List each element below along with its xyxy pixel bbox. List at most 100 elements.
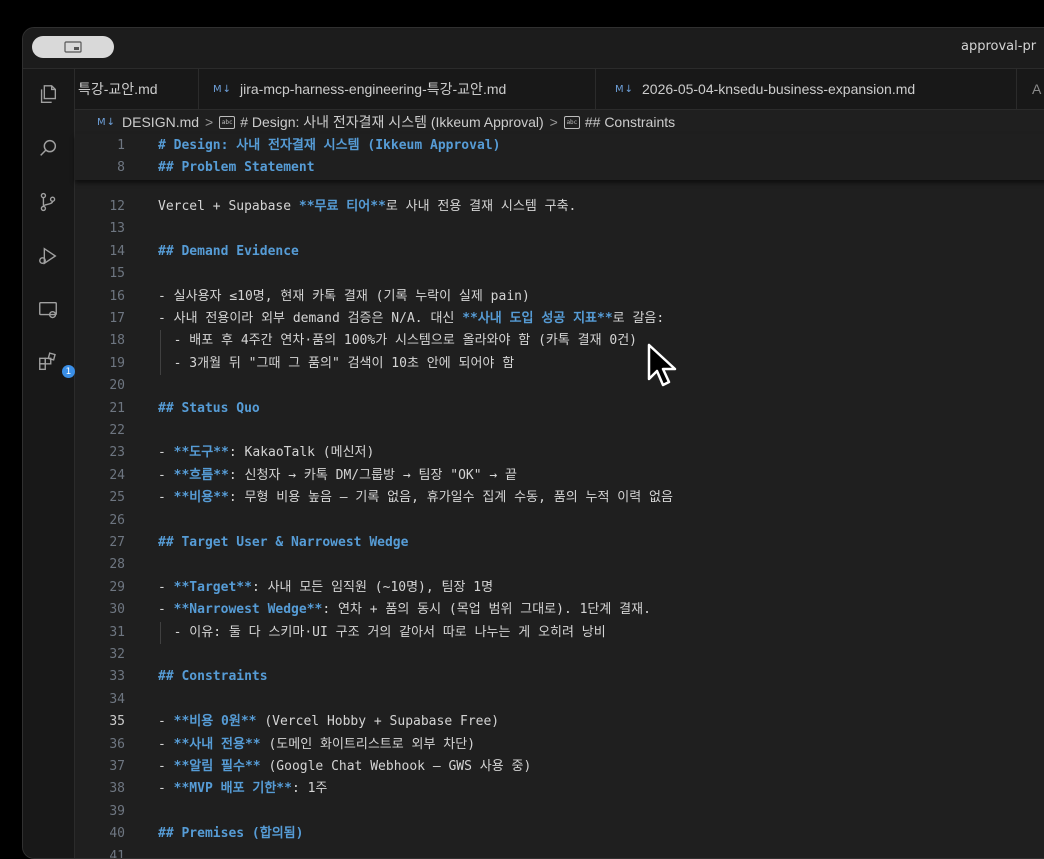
breadcrumb-section-design[interactable]: # Design: 사내 전자결재 시스템 (Ikkeum Approval) bbox=[240, 112, 543, 132]
code-line[interactable]: 26 bbox=[75, 510, 1044, 532]
line-number: 21 bbox=[109, 400, 125, 416]
line-number: 12 bbox=[109, 199, 125, 214]
bold-markdown: **비용** bbox=[173, 490, 229, 506]
plain-text: - bbox=[158, 467, 174, 483]
code-line[interactable]: 36 - **사내 전용** (도메인 화이트리스트로 외부 차단) bbox=[75, 734, 1044, 756]
code-text: - **MVP 배포 기한**: 1주 bbox=[158, 778, 327, 800]
code-line[interactable]: 25 - **비용**: 무형 비용 높음 — 기록 없음, 휴가일수 집계 수동… bbox=[75, 487, 1044, 509]
code-line[interactable]: 32 bbox=[75, 644, 1044, 666]
code-line[interactable]: 28 bbox=[75, 554, 1044, 576]
code-line[interactable]: 19 - 3개월 뒤 "그때 그 품의" 검색이 10초 안에 되어야 함 bbox=[75, 353, 1044, 375]
code-line[interactable]: 20 bbox=[75, 375, 1044, 397]
code-line[interactable]: 40 ## Premises (합의됨) bbox=[75, 823, 1044, 845]
code-line[interactable]: 29 - **Target**: 사내 모든 임직원 (~10명), 팀장 1명 bbox=[75, 577, 1044, 599]
breadcrumb-separator: > bbox=[549, 114, 558, 130]
line-number: 17 bbox=[109, 311, 125, 326]
plain-text: - bbox=[158, 445, 174, 461]
code-line[interactable]: 38 - **MVP 배포 기한**: 1주 bbox=[75, 778, 1044, 800]
code-line[interactable]: 23 - **도구**: KakaoTalk (메신저) bbox=[75, 442, 1044, 464]
extensions-icon[interactable]: 1 bbox=[35, 349, 75, 378]
line-number: 8 bbox=[117, 160, 125, 175]
breadcrumb-section-constraints[interactable]: ## Constraints bbox=[585, 114, 675, 130]
sticky-line[interactable]: 1 # Design: 사내 전자결재 시스템 (Ikkeum Approval) bbox=[75, 135, 1044, 157]
plain-text: : 1주 bbox=[291, 781, 328, 797]
code-line[interactable]: 17 - 사내 전용이라 외부 demand 검증은 N/A. 대신 **사내 도… bbox=[75, 308, 1044, 330]
code-line[interactable]: 35 - **비용 0원** (Vercel Hobby + Supabase F… bbox=[75, 711, 1044, 733]
bold-markdown: **흐름** bbox=[173, 467, 229, 483]
plain-text: Vercel + Supabase bbox=[158, 199, 299, 214]
plain-text: (도메인 화이트리스트로 외부 차단) bbox=[260, 736, 476, 752]
explorer-icon[interactable] bbox=[35, 81, 61, 107]
plain-text: - bbox=[158, 714, 174, 730]
source-control-icon[interactable] bbox=[35, 189, 61, 215]
code-text: - **알림 필수** (Google Chat Webhook — GWS 사… bbox=[158, 756, 531, 778]
tab-2[interactable]: M↓ 2026-05-04-knsedu-business-expansion.… bbox=[597, 69, 1017, 109]
indent-guide bbox=[160, 330, 161, 376]
line-number: 24 bbox=[109, 467, 125, 483]
line-number: 36 bbox=[109, 736, 125, 752]
code-text: ## Status Quo bbox=[158, 400, 260, 416]
plain-text: : 무형 비용 높음 — 기록 없음, 휴가일수 집계 수동, 품의 누적 이력… bbox=[228, 490, 673, 506]
plain-text: 로 사내 전용 결재 시스템 구축. bbox=[385, 199, 577, 214]
code-line[interactable]: 21 ## Status Quo bbox=[75, 398, 1044, 420]
line-number: 30 bbox=[109, 602, 125, 618]
remote-explorer-icon[interactable] bbox=[35, 297, 61, 323]
breadcrumb: M↓ DESIGN.md > abc # Design: 사내 전자결재 시스템… bbox=[75, 110, 1044, 134]
code-line[interactable]: 12 Vercel + Supabase **무료 티어**로 사내 전용 결재 … bbox=[75, 196, 1044, 218]
line-number: 40 bbox=[109, 826, 125, 842]
code-text: - **사내 전용** (도메인 화이트리스트로 외부 차단) bbox=[158, 734, 475, 756]
bold-markdown: **Narrowest Wedge** bbox=[173, 602, 323, 618]
code-line[interactable]: 16 - 실사용자 ≤10명, 현재 카톡 결재 (기록 누락이 실제 pain) bbox=[75, 286, 1044, 308]
tab-1[interactable]: M↓ jira-mcp-harness-engineering-특강-교안.md bbox=[199, 69, 596, 109]
code-text: - 3개월 뒤 "그때 그 품의" 검색이 10초 안에 되어야 함 bbox=[158, 355, 515, 371]
mouse-pointer-icon bbox=[647, 343, 677, 387]
plain-text: - bbox=[158, 781, 174, 797]
layout-icon bbox=[64, 41, 82, 53]
code-line[interactable]: 24 - **흐름**: 신청자 → 카톡 DM/그룹방 → 팀장 "OK" → … bbox=[75, 465, 1044, 487]
code-text: ## Constraints bbox=[158, 669, 268, 685]
code-text: - **비용 0원** (Vercel Hobby + Supabase Fre… bbox=[158, 711, 499, 733]
sticky-line[interactable]: 8 ## Problem Statement bbox=[75, 157, 1044, 179]
code-text: - 배포 후 4주간 연차·품의 100%가 시스템으로 올라와야 함 (카톡 … bbox=[158, 333, 638, 349]
code-line[interactable]: 33 ## Constraints bbox=[75, 666, 1044, 688]
code-line[interactable]: 31 - 이유: 둘 다 스키마·UI 구조 거의 같아서 따로 나누는 게 오… bbox=[75, 622, 1044, 644]
code-line[interactable]: 27 ## Target User & Narrowest Wedge bbox=[75, 532, 1044, 554]
code-line[interactable]: 34 bbox=[75, 689, 1044, 711]
line-number: 27 bbox=[109, 535, 125, 550]
code-line[interactable]: 41 bbox=[75, 846, 1044, 858]
code-editor[interactable]: 1 # Design: 사내 전자결재 시스템 (Ikkeum Approval)… bbox=[75, 134, 1044, 858]
code-line[interactable]: 14 ## Demand Evidence bbox=[75, 241, 1044, 263]
line-number: 38 bbox=[109, 781, 125, 797]
code-text: - **비용**: 무형 비용 높음 — 기록 없음, 휴가일수 집계 수동, … bbox=[158, 487, 673, 509]
plain-text: : 사내 모든 임직원 (~10명), 팀장 1명 bbox=[251, 579, 494, 595]
search-icon[interactable] bbox=[35, 135, 61, 161]
symbol-string-icon: abc bbox=[219, 115, 236, 129]
layout-toggle-button[interactable] bbox=[32, 36, 114, 58]
editor-window: approval-pr 1 특강-교안.md M↓ jira-mcp-harne… bbox=[22, 27, 1044, 859]
run-debug-icon[interactable] bbox=[35, 243, 61, 269]
code-text: - **도구**: KakaoTalk (메신저) bbox=[158, 442, 374, 464]
plain-text: - 사내 전용이라 외부 demand 검증은 N/A. 대신 bbox=[158, 311, 463, 326]
sticky-scroll-header[interactable]: 1 # Design: 사내 전자결재 시스템 (Ikkeum Approval)… bbox=[75, 134, 1044, 180]
line-number: 20 bbox=[109, 378, 125, 394]
tab-0[interactable]: 특강-교안.md bbox=[75, 69, 199, 109]
activity-bar: 1 bbox=[23, 69, 75, 858]
breadcrumb-file[interactable]: DESIGN.md bbox=[122, 114, 199, 130]
breadcrumb-separator: > bbox=[205, 114, 214, 130]
code-line[interactable]: 30 - **Narrowest Wedge**: 연차 + 품의 동시 (목업 … bbox=[75, 599, 1044, 621]
line-number: 19 bbox=[109, 355, 125, 371]
code-line[interactable]: 13 bbox=[75, 218, 1044, 240]
bold-markdown: **비용 0원** bbox=[173, 714, 257, 730]
code-line[interactable]: 18 - 배포 후 4주간 연차·품의 100%가 시스템으로 올라와야 함 (… bbox=[75, 330, 1044, 352]
code-line[interactable]: 15 bbox=[75, 263, 1044, 285]
bold-markdown: **무료 티어** bbox=[298, 199, 386, 214]
code-line[interactable]: 39 bbox=[75, 801, 1044, 823]
line-number: 25 bbox=[109, 490, 125, 506]
plain-text: - bbox=[158, 490, 174, 506]
extensions-badge: 1 bbox=[62, 365, 75, 378]
code-line[interactable]: 22 bbox=[75, 420, 1044, 442]
tab-3[interactable]: A bbox=[1018, 69, 1044, 109]
plain-text: - bbox=[158, 759, 174, 774]
code-line[interactable]: 37 - **알림 필수** (Google Chat Webhook — GWS… bbox=[75, 756, 1044, 778]
code-text: # Design: 사내 전자결재 시스템 (Ikkeum Approval) bbox=[158, 138, 501, 153]
